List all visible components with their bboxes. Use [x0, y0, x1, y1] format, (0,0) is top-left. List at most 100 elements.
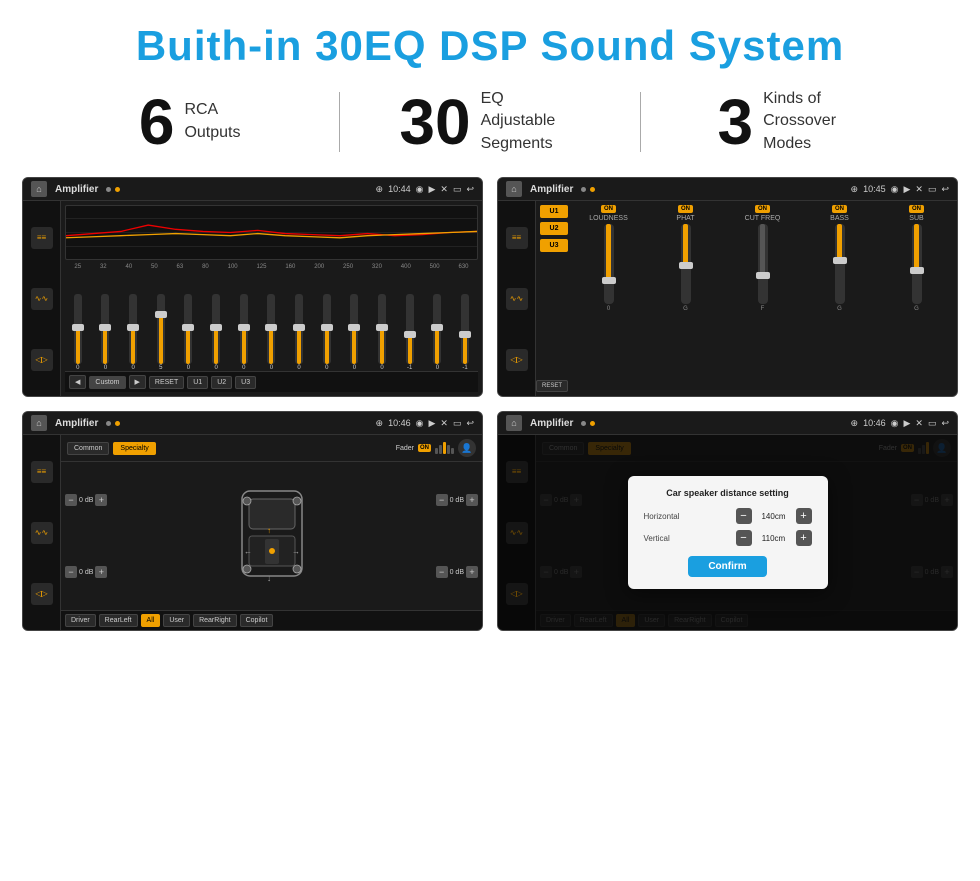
tab-specialty[interactable]: Specialty	[113, 442, 155, 455]
horizontal-plus-btn[interactable]: +	[796, 508, 812, 524]
preset-u3-btn[interactable]: U3	[540, 239, 568, 252]
xover-camera-icon: ◉	[891, 184, 899, 195]
eq-preset-btn[interactable]: Custom	[89, 376, 125, 389]
right-top-minus[interactable]: −	[436, 494, 448, 506]
dist-time: 10:46	[863, 418, 886, 428]
eq-slider-6[interactable]: 0	[240, 294, 248, 371]
bass-slider[interactable]	[835, 224, 845, 304]
eq-slider-4[interactable]: 0	[184, 294, 192, 371]
right-bot-plus[interactable]: +	[466, 566, 478, 578]
phat-slider[interactable]	[681, 224, 691, 304]
xover-screen-title: Amplifier	[530, 184, 573, 195]
eq-sliders-container: 253240 506380 100125160 200250320 400500…	[65, 264, 478, 371]
horizontal-minus-btn[interactable]: −	[736, 508, 752, 524]
vertical-minus-btn[interactable]: −	[736, 530, 752, 546]
copilot-btn[interactable]: Copilot	[240, 614, 274, 627]
eq-u3-btn[interactable]: U3	[235, 376, 256, 389]
xover-pin-icon: ⊕	[851, 184, 859, 195]
spk-icon-1[interactable]: ≡≡	[31, 461, 53, 483]
eq-slider-14[interactable]: -1	[461, 294, 469, 371]
sub-slider[interactable]	[912, 224, 922, 304]
eq-status-bar: ⌂ Amplifier ⊕ 10:44 ◉ ▶ ✕ ▭ ↩	[23, 178, 482, 201]
right-top-plus[interactable]: +	[466, 494, 478, 506]
eq-slider-3[interactable]: 5	[157, 294, 165, 371]
left-bot-plus[interactable]: +	[95, 566, 107, 578]
xover-presets: U1 U2 U3 RESET	[540, 205, 568, 392]
eq-icon-3[interactable]: ◁▷	[31, 349, 53, 371]
rear-right-btn[interactable]: RearRight	[193, 614, 237, 627]
eq-slider-13[interactable]: 0	[433, 294, 441, 371]
user-btn[interactable]: User	[163, 614, 190, 627]
eq-slider-12[interactable]: -1	[406, 294, 414, 371]
xover-icon-2[interactable]: ∿∿	[506, 288, 528, 310]
eq-sliders-row: 0 0 0 5 0 0 0 0 0 0 0 0 -1 0 -1	[65, 272, 478, 371]
xover-back-icon[interactable]: ↩	[941, 184, 949, 195]
fader-ctrl: Fader ON 👤	[396, 439, 476, 457]
left-top-plus[interactable]: +	[95, 494, 107, 506]
dist-window-icon: ▭	[928, 418, 937, 429]
eq-close-icon: ✕	[440, 184, 448, 195]
tab-common[interactable]: Common	[67, 442, 109, 455]
spk-back-icon[interactable]: ↩	[466, 418, 474, 429]
eq-icon-2[interactable]: ∿∿	[31, 288, 53, 310]
eq-play-btn[interactable]: ▶	[129, 375, 146, 389]
spk-icon-2[interactable]: ∿∿	[31, 522, 53, 544]
eq-back-icon[interactable]: ↩	[466, 184, 474, 195]
stat-rca-number: 6	[139, 90, 175, 154]
cutfreq-slider[interactable]	[758, 224, 768, 304]
profile-icon[interactable]: 👤	[458, 439, 476, 457]
vertical-plus-btn[interactable]: +	[796, 530, 812, 546]
eq-slider-1[interactable]: 0	[101, 294, 109, 371]
eq-slider-11[interactable]: 0	[378, 294, 386, 371]
vertical-value: 110cm	[756, 534, 792, 543]
preset-u2-btn[interactable]: U2	[540, 222, 568, 235]
eq-home-icon[interactable]: ⌂	[31, 181, 47, 197]
fader-bars	[435, 442, 454, 454]
car-diagram-svg: ↑ ↓ ← →	[227, 481, 317, 591]
eq-slider-0[interactable]: 0	[74, 294, 82, 371]
spk-status-right: ⊕ 10:46 ◉ ▶ ✕ ▭ ↩	[376, 418, 474, 429]
dist-back-icon[interactable]: ↩	[941, 418, 949, 429]
svg-text:→: →	[292, 547, 300, 556]
eq-slider-10[interactable]: 0	[350, 294, 358, 371]
spk-home-icon[interactable]: ⌂	[31, 415, 47, 431]
spk-close-icon: ✕	[440, 418, 448, 429]
right-top-ctrl: − 0 dB +	[436, 494, 478, 506]
cutfreq-val: F	[761, 306, 765, 312]
confirm-button[interactable]: Confirm	[688, 556, 766, 577]
preset-u1-btn[interactable]: U1	[540, 205, 568, 218]
eq-icon-1[interactable]: ≡≡	[31, 227, 53, 249]
loudness-slider[interactable]	[604, 224, 614, 304]
rear-left-btn[interactable]: RearLeft	[99, 614, 138, 627]
driver-btn[interactable]: Driver	[65, 614, 96, 627]
dist-status-left: ⌂ Amplifier	[506, 415, 595, 431]
xdot2	[590, 187, 595, 192]
horizontal-stepper: − 140cm +	[736, 508, 812, 524]
xover-icon-3[interactable]: ◁▷	[506, 349, 528, 371]
eq-u1-btn[interactable]: U1	[187, 376, 208, 389]
vertical-stepper: − 110cm +	[736, 530, 812, 546]
spk-icon-3[interactable]: ◁▷	[31, 583, 53, 605]
left-bot-minus[interactable]: −	[65, 566, 77, 578]
spk-status-bar: ⌂ Amplifier ⊕ 10:46 ◉ ▶ ✕ ▭ ↩	[23, 412, 482, 435]
left-top-minus[interactable]: −	[65, 494, 77, 506]
all-btn[interactable]: All	[141, 614, 161, 627]
right-bot-minus[interactable]: −	[436, 566, 448, 578]
eq-u2-btn[interactable]: U2	[211, 376, 232, 389]
xover-home-icon[interactable]: ⌂	[506, 181, 522, 197]
xover-reset-btn[interactable]: RESET	[536, 380, 568, 392]
xover-icon-1[interactable]: ≡≡	[506, 227, 528, 249]
eq-slider-9[interactable]: 0	[323, 294, 331, 371]
eq-prev-btn[interactable]: ◀	[69, 375, 86, 389]
sub-on-badge: ON	[909, 205, 924, 213]
eq-main: 253240 506380 100125160 200250320 400500…	[61, 201, 482, 396]
dist-home-icon[interactable]: ⌂	[506, 415, 522, 431]
eq-slider-8[interactable]: 0	[295, 294, 303, 371]
dialog-overlay: Car speaker distance setting Horizontal …	[498, 435, 957, 630]
eq-slider-5[interactable]: 0	[212, 294, 220, 371]
eq-slider-7[interactable]: 0	[267, 294, 275, 371]
eq-reset-btn[interactable]: RESET	[149, 376, 184, 389]
eq-window-icon: ▭	[453, 184, 462, 195]
eq-slider-2[interactable]: 0	[129, 294, 137, 371]
spk-screen-title: Amplifier	[55, 418, 98, 429]
